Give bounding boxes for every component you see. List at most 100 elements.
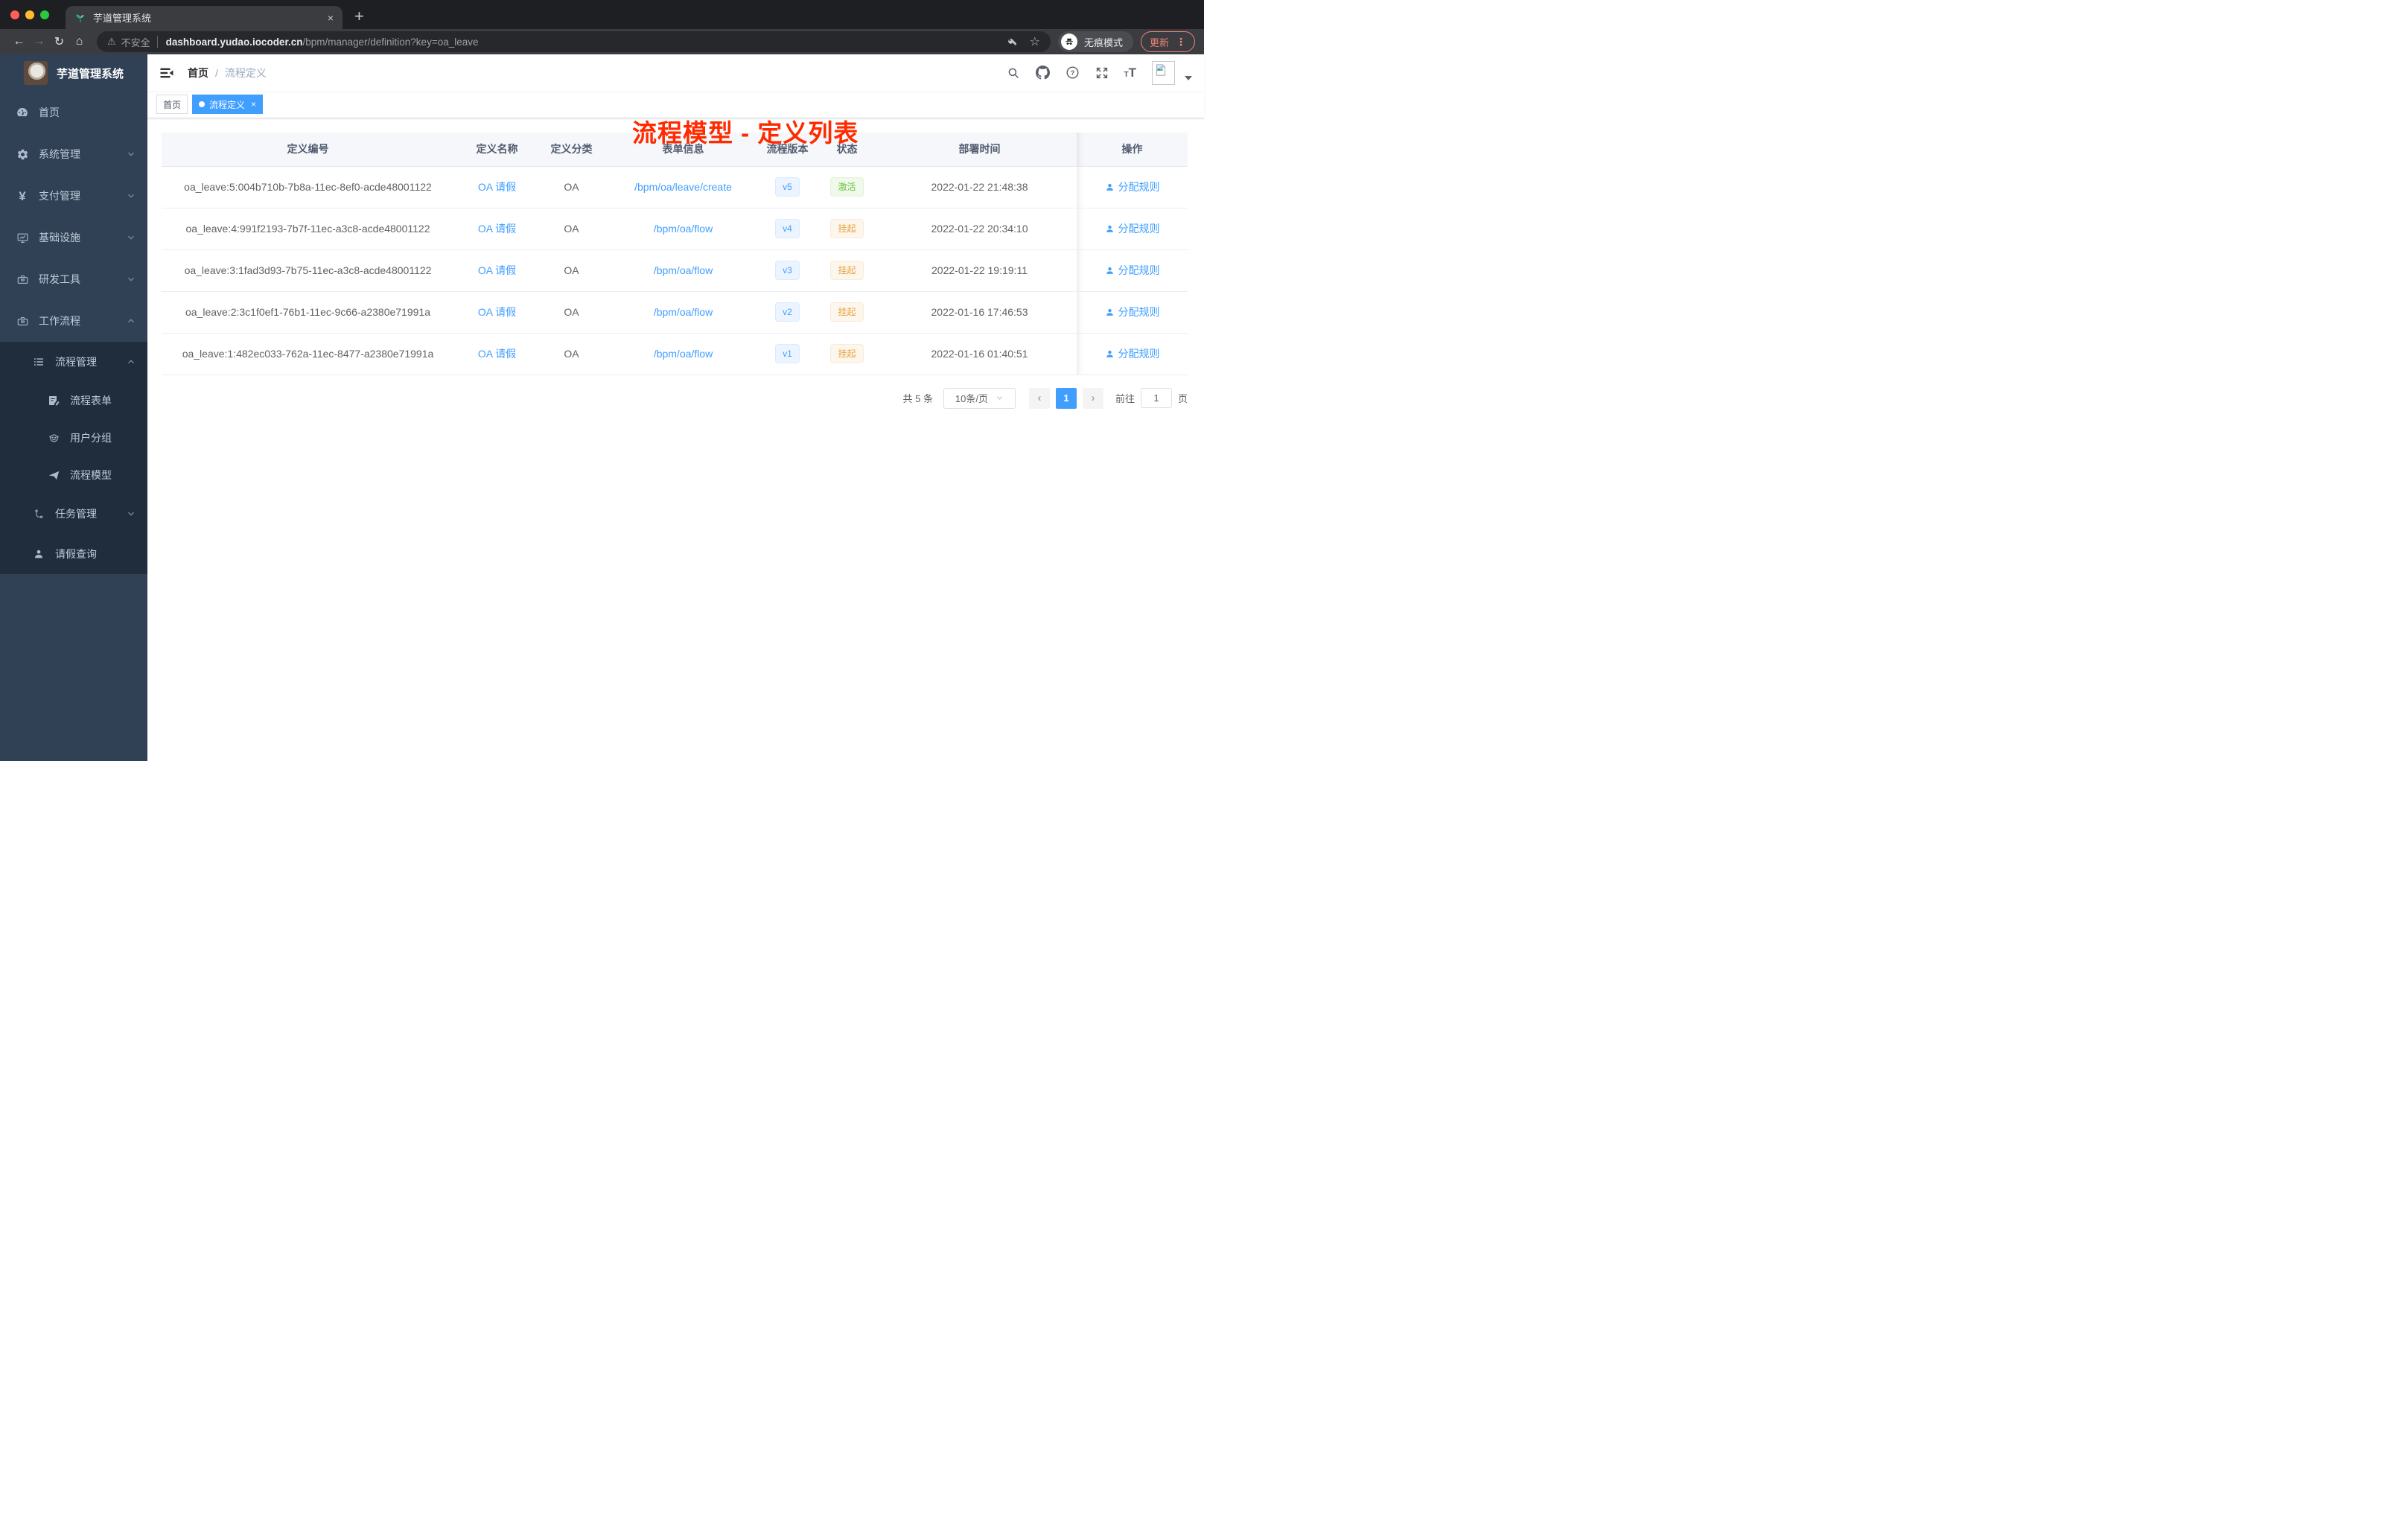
user-icon [1106,350,1113,357]
top-navbar: 首页 / 流程定义 ? T T [147,54,1204,91]
assign-rule-button[interactable]: 分配规则 [1105,346,1160,361]
url-divider [156,36,158,48]
window-minimize-button[interactable] [25,10,34,19]
sidebar-item-process-model[interactable]: 流程模型 [0,456,147,494]
user-icon [1106,267,1113,274]
browser-menu-dots-icon[interactable]: ⋮ [1176,36,1186,48]
goto-label: 前往 [1115,393,1135,404]
sidebar-item-process-form[interactable]: 流程表单 [0,382,147,419]
reload-icon[interactable]: ↻ [49,34,69,49]
form-link[interactable]: /bpm/oa/flow [654,264,713,276]
person-icon [30,548,48,560]
status-badge: 挂起 [830,302,864,322]
sidebar-item-home[interactable]: 首页 [0,92,147,133]
version-badge: v3 [775,261,800,280]
sidebar-item-leave-query[interactable]: 请假查询 [0,534,147,574]
cell-definition-id: oa_leave:2:3c1f0ef1-76b1-11ec-9c66-a2380… [162,291,454,334]
definition-name-link[interactable]: OA 请假 [478,306,516,318]
sidebar-item-task-management[interactable]: 任务管理 [0,494,147,534]
list-icon [30,356,48,368]
assign-rule-button[interactable]: 分配规则 [1105,305,1160,319]
incognito-icon [1060,34,1077,50]
assign-rule-button[interactable]: 分配规则 [1105,179,1160,194]
search-icon[interactable] [1007,66,1020,80]
favicon-seedling-icon [74,12,86,24]
version-badge: v1 [775,344,800,363]
col-deploy-time: 部署时间 [882,133,1077,167]
user-icon [1106,308,1113,316]
home-icon[interactable]: ⌂ [69,35,89,48]
assign-rule-button[interactable]: 分配规则 [1105,263,1160,278]
github-icon[interactable] [1035,66,1050,80]
sidebar-item-payment[interactable]: ¥ 支付管理 [0,175,147,217]
tag-process-definition[interactable]: 流程定义 × [192,95,264,114]
font-size-icon[interactable]: TT [1124,66,1137,79]
update-button[interactable]: 更新 ⋮ [1140,31,1195,52]
browser-chrome: 芋道管理系统 × + ← → ↻ ⌂ ⚠ 不安全 dashboard.yudao… [0,0,1204,54]
cell-form-info: /bpm/oa/flow [603,291,763,334]
sidebar-item-system[interactable]: 系统管理 [0,133,147,175]
chevron-down-icon [127,509,136,518]
col-actions: 操作 [1077,133,1188,167]
cell-definition-name: OA 请假 [454,333,540,375]
send-icon [45,469,63,482]
page-unit-label: 页 [1177,393,1188,404]
sidebar-logo[interactable]: 芋道管理系统 [0,54,147,92]
prev-page-button[interactable]: ‹ [1028,387,1050,409]
definition-name-link[interactable]: OA 请假 [478,264,516,276]
address-bar[interactable]: ⚠ 不安全 dashboard.yudao.iocoder.cn /bpm/ma… [97,31,1051,52]
fullscreen-icon[interactable] [1095,66,1109,80]
table-row: oa_leave:1:482ec033-762a-11ec-8477-a2380… [162,333,1188,375]
definition-name-link[interactable]: OA 请假 [478,181,516,193]
page-size-select[interactable]: 10条/页 [943,387,1016,409]
table-row: oa_leave:2:3c1f0ef1-76b1-11ec-9c66-a2380… [162,291,1188,334]
pagination: 共 5 条 10条/页 ‹ 1 › 前往 页 [162,387,1188,409]
user-icon [1106,183,1113,191]
form-link[interactable]: /bpm/oa/flow [654,306,713,318]
window-zoom-button[interactable] [40,10,49,19]
sidebar-item-process-management[interactable]: 流程管理 [0,342,147,382]
breadcrumb-home[interactable]: 首页 [188,66,208,80]
sidebar-item-label: 用户分组 [70,432,112,444]
page-number-current[interactable]: 1 [1055,387,1077,409]
back-icon[interactable]: ← [9,35,29,48]
sidebar-item-dev-tools[interactable]: 研发工具 [0,258,147,300]
form-icon [45,395,63,407]
tab-close-icon[interactable]: × [328,13,334,23]
tab-title: 芋道管理系统 [93,13,152,24]
sidebar-item-label: 流程模型 [70,469,112,481]
sidebar-item-infrastructure[interactable]: 基础设施 [0,217,147,258]
chevron-down-icon [127,275,136,284]
tag-home[interactable]: 首页 [156,95,188,114]
sidebar-item-workflow[interactable]: 工作流程 [0,300,147,342]
not-secure-label[interactable]: 不安全 [121,35,150,49]
goto-page-input[interactable] [1140,388,1172,408]
cell-category: OA [540,208,603,250]
avatar[interactable] [1152,60,1175,85]
form-link[interactable]: /bpm/oa/leave/create [634,181,732,193]
help-icon[interactable]: ? [1066,66,1080,80]
bookmark-star-icon[interactable]: ☆ [1030,34,1040,49]
next-page-button[interactable]: › [1082,387,1103,409]
window-close-button[interactable] [10,10,19,19]
version-badge: v4 [775,219,800,238]
form-link[interactable]: /bpm/oa/flow [654,223,713,235]
cell-category: OA [540,249,603,292]
avatar-caret-down-icon[interactable] [1185,75,1192,80]
sidebar-item-user-group[interactable]: 用户分组 [0,419,147,456]
password-key-icon[interactable] [1006,36,1018,48]
sidebar-item-label: 研发工具 [39,273,80,285]
sidebar-item-label: 请假查询 [55,548,97,560]
browser-tab[interactable]: 芋道管理系统 × [66,6,343,29]
cell-actions: 分配规则 [1077,208,1188,250]
forward-icon[interactable]: → [29,35,49,48]
definition-name-link[interactable]: OA 请假 [478,348,516,360]
cell-definition-name: OA 请假 [454,208,540,250]
form-link[interactable]: /bpm/oa/flow [654,348,713,360]
assign-rule-button[interactable]: 分配规则 [1105,221,1160,236]
tag-close-icon[interactable]: × [251,99,256,109]
hamburger-icon[interactable] [147,66,186,80]
cell-form-info: /bpm/oa/flow [603,333,763,375]
new-tab-button[interactable]: + [354,7,364,26]
definition-name-link[interactable]: OA 请假 [478,223,516,235]
